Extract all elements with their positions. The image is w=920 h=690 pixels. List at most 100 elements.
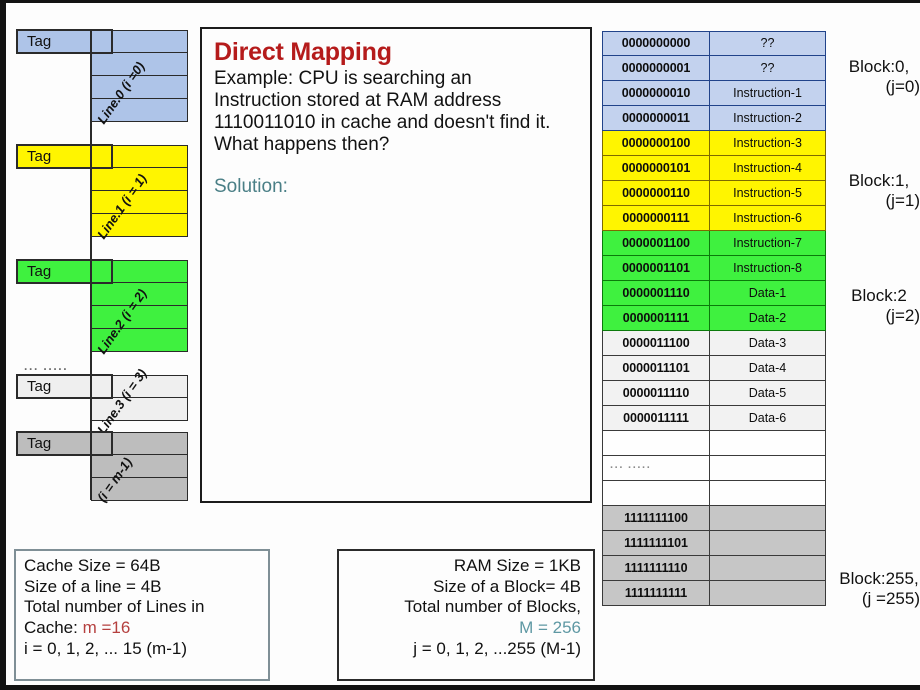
ram-address-cell: 0000000111	[602, 206, 710, 231]
ram-block-label: Block:255, (j =255)	[832, 569, 920, 608]
ram-block-label-index: (j=0)	[885, 76, 920, 96]
ram-value-cell: Data-3	[710, 331, 826, 356]
ram-row	[602, 431, 826, 456]
cache-tag-box: Tag	[16, 374, 113, 399]
ram-row: 0000000101 Instruction-4	[602, 156, 826, 181]
cache-word-slot	[91, 214, 188, 237]
cache-tag-box: Tag	[16, 144, 113, 169]
ram-value-cell	[710, 431, 826, 456]
cache-word-slot	[91, 306, 188, 329]
ram-value-cell	[710, 481, 826, 506]
ram-row	[602, 481, 826, 506]
ram-value-cell: Instruction-4	[710, 156, 826, 181]
example-line-1: Example: CPU is searching an	[214, 67, 472, 89]
cache-word-slot	[91, 398, 188, 421]
ram-row: 0000000111 Instruction-6	[602, 206, 826, 231]
ram-block-label-index: (j=2)	[885, 305, 920, 325]
cache-tag-box: Tag	[16, 431, 113, 456]
ram-row: 1111111101	[602, 531, 826, 556]
cache-column-divider	[90, 30, 92, 500]
cache-info-box: Cache Size = 64B Size of a line = 4B Tot…	[14, 549, 270, 681]
cache-word-slot	[91, 53, 188, 76]
ram-row: 0000001110 Data-1	[602, 281, 826, 306]
ram-info-box: RAM Size = 1KB Size of a Block= 4B Total…	[337, 549, 595, 681]
ram-address-cell: 0000001111	[602, 306, 710, 331]
cache-info-line-4-prefix: Cache:	[24, 618, 83, 638]
cache-word-slot	[91, 329, 188, 352]
ram-value-cell	[710, 456, 826, 481]
ram-block-label-index: (j =255)	[861, 588, 920, 608]
ram-row: 1111111100	[602, 506, 826, 531]
ram-value-cell: Data-4	[710, 356, 826, 381]
ram-value-cell: Data-1	[710, 281, 826, 306]
ram-value-cell	[710, 581, 826, 606]
ram-block-label-name: Block:0,	[848, 57, 910, 76]
slide-canvas: Tag Line.0 (i =0) Tag Line.1 (i = 1) Tag Line…	[0, 0, 920, 690]
ram-address-cell: 0000001100	[602, 231, 710, 256]
ram-value-cell: Data-5	[710, 381, 826, 406]
ram-block-label-index: (j=1)	[885, 190, 920, 210]
ram-address-cell: 0000001110	[602, 281, 710, 306]
ram-value-cell: ??	[710, 56, 826, 81]
cache-tag-box: Tag	[16, 29, 113, 54]
example-line-3: 1110011010 in cache and doesn't find it.	[214, 111, 551, 133]
ram-value-cell	[710, 506, 826, 531]
ram-address-cell: 0000011100	[602, 331, 710, 356]
cache-info-line-5: i = 0, 1, 2, ... 15 (m-1)	[24, 638, 187, 658]
ram-block-label: Block:1, (j=1)	[832, 171, 920, 210]
cache-word-slot	[91, 478, 188, 501]
ram-row: 0000000000??	[602, 31, 826, 56]
ram-address-cell: 0000011111	[602, 406, 710, 431]
cache-info-line-2: Size of a line = 4B	[24, 576, 162, 596]
ram-value-cell: ??	[710, 31, 826, 56]
ram-address-cell: 0000011101	[602, 356, 710, 381]
ram-address-cell: 0000000101	[602, 156, 710, 181]
cache-ellipsis: ··· ·····	[24, 362, 69, 376]
ram-row: 1111111111	[602, 581, 826, 606]
ram-address-cell: 1111111100	[602, 506, 710, 531]
ram-info-line-2: Size of a Block= 4B	[433, 576, 581, 596]
ram-row: 0000011101 Data-4	[602, 356, 826, 381]
cache-tag-box: Tag	[16, 259, 113, 284]
ram-value-cell: Instruction-6	[710, 206, 826, 231]
ram-block-label-name: Block:1,	[848, 171, 910, 190]
ram-value-cell: Data-2	[710, 306, 826, 331]
cache-diagram: Tag Line.0 (i =0) Tag Line.1 (i = 1) Tag Line…	[16, 29, 188, 505]
ram-block-label: Block:0, (j=0)	[832, 57, 920, 96]
ram-address-cell: 0000000110	[602, 181, 710, 206]
cache-info-line-4: Cache: m =16	[24, 618, 260, 639]
ram-value-cell	[710, 556, 826, 581]
ram-value-cell	[710, 531, 826, 556]
ram-value-cell: Instruction-7	[710, 231, 826, 256]
ram-block-label-name: Block:2	[851, 286, 907, 305]
cache-word-slot	[91, 191, 188, 214]
ram-address-cell	[602, 431, 710, 456]
ram-info-line-5: j = 0, 1, 2, ...255 (M-1)	[413, 638, 581, 658]
ram-row: 1111111110	[602, 556, 826, 581]
ram-value-cell: Data-6	[710, 406, 826, 431]
ram-address-cell: 1111111111	[602, 581, 710, 606]
ram-value-cell: Instruction-1	[710, 81, 826, 106]
ram-info-line-1: RAM Size = 1KB	[453, 556, 581, 575]
example-text: Example: CPU is searching an Instruction…	[214, 68, 578, 157]
ram-value-cell: Instruction-3	[710, 131, 826, 156]
explanation-panel: Direct Mapping Example: CPU is searching…	[200, 27, 592, 503]
ram-address-cell: 1111111101	[602, 531, 710, 556]
cache-word-slot	[91, 168, 188, 191]
ram-row: ··· ·····	[602, 456, 826, 481]
ram-table: 0000000000?? 0000000001?? 0000000010 Instru…	[602, 31, 826, 606]
ram-address-cell: 0000000010	[602, 81, 710, 106]
ram-address-cell: 0000000011	[602, 106, 710, 131]
ram-address-cell: 0000000000	[602, 31, 710, 56]
ram-row: 0000011111 Data-6	[602, 406, 826, 431]
ram-row: 0000000001??	[602, 56, 826, 81]
ram-address-cell: 0000011110	[602, 381, 710, 406]
ram-block-label-name: Block:255,	[839, 569, 919, 588]
ram-value-cell: Instruction-8	[710, 256, 826, 281]
ram-row: 0000000011 Instruction-2	[602, 106, 826, 131]
ram-blocks-count: M = 256	[519, 618, 581, 638]
example-line-2: Instruction stored at RAM address	[214, 89, 502, 111]
cache-word-slot	[91, 455, 188, 478]
ram-address-cell	[602, 481, 710, 506]
cache-word-slot	[91, 76, 188, 99]
